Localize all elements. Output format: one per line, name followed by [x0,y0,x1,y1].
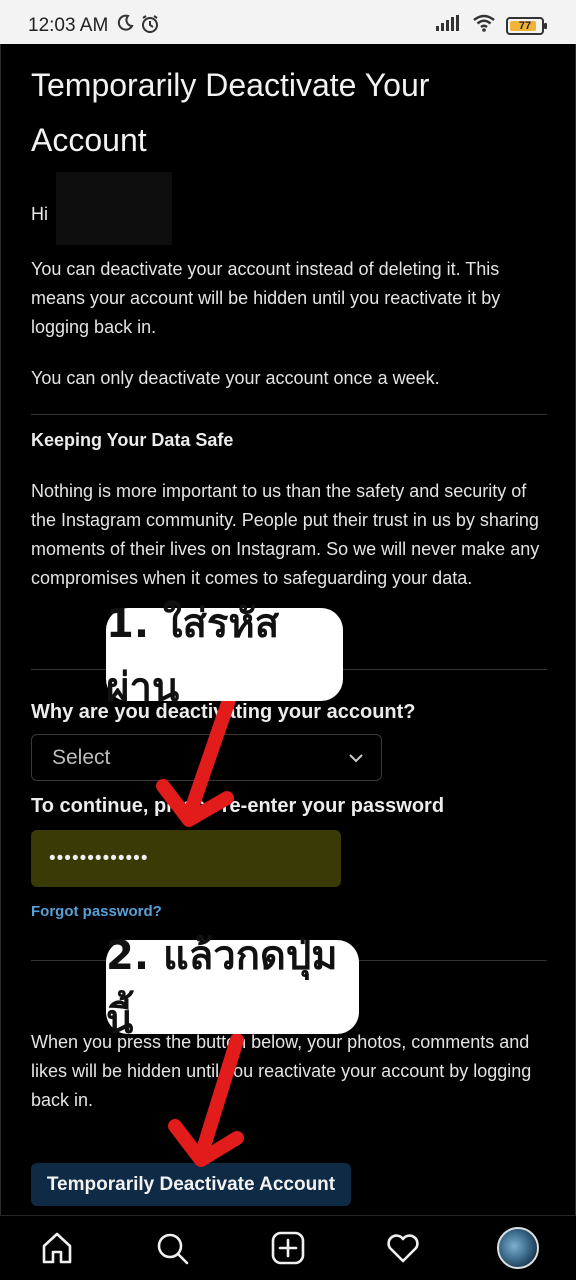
profile-avatar[interactable] [497,1227,539,1269]
signal-icon [436,15,462,36]
bottom-nav [0,1215,576,1280]
battery-icon: 77 [506,16,547,35]
divider [31,414,547,415]
data-safe-heading: Keeping Your Data Safe [31,430,234,450]
redacted-username [56,172,172,245]
data-safe-paragraph: Nothing is more important to us than the… [31,481,540,588]
chevron-down-icon [347,749,365,773]
wifi-icon [472,14,496,37]
arrow-to-button-icon [168,1034,244,1167]
battery-level: 77 [518,19,532,32]
password-field[interactable] [31,830,341,887]
new-post-icon[interactable] [270,1230,306,1266]
home-icon[interactable] [39,1230,75,1266]
status-left-icons [116,14,160,39]
page-title: Temporarily Deactivate Your Account [31,67,430,158]
reason-select-value: Select [52,745,111,769]
annotation-step2: 2. แล้วกดปุ่มนี้ [106,933,359,1043]
status-bar: 12:03 AM 77 [0,0,576,44]
status-time: 12:03 AM [28,15,109,36]
annotation-step1: 1. ใส่รหัสผ่าน [106,601,343,711]
deactivate-page: Temporarily Deactivate Your Account Hi Y… [0,44,576,1215]
greeting-text: Hi [31,204,48,224]
alarm-icon [140,14,160,39]
intro-paragraph: You can deactivate your account instead … [31,259,501,337]
search-icon[interactable] [154,1230,190,1266]
once-week-note: You can only deactivate your account onc… [31,368,440,388]
forgot-password-link[interactable]: Forgot password? [31,903,162,920]
moon-icon [116,14,134,39]
activity-heart-icon[interactable] [385,1230,421,1266]
battery-tip [544,22,547,29]
status-right-icons: 77 [436,14,547,37]
